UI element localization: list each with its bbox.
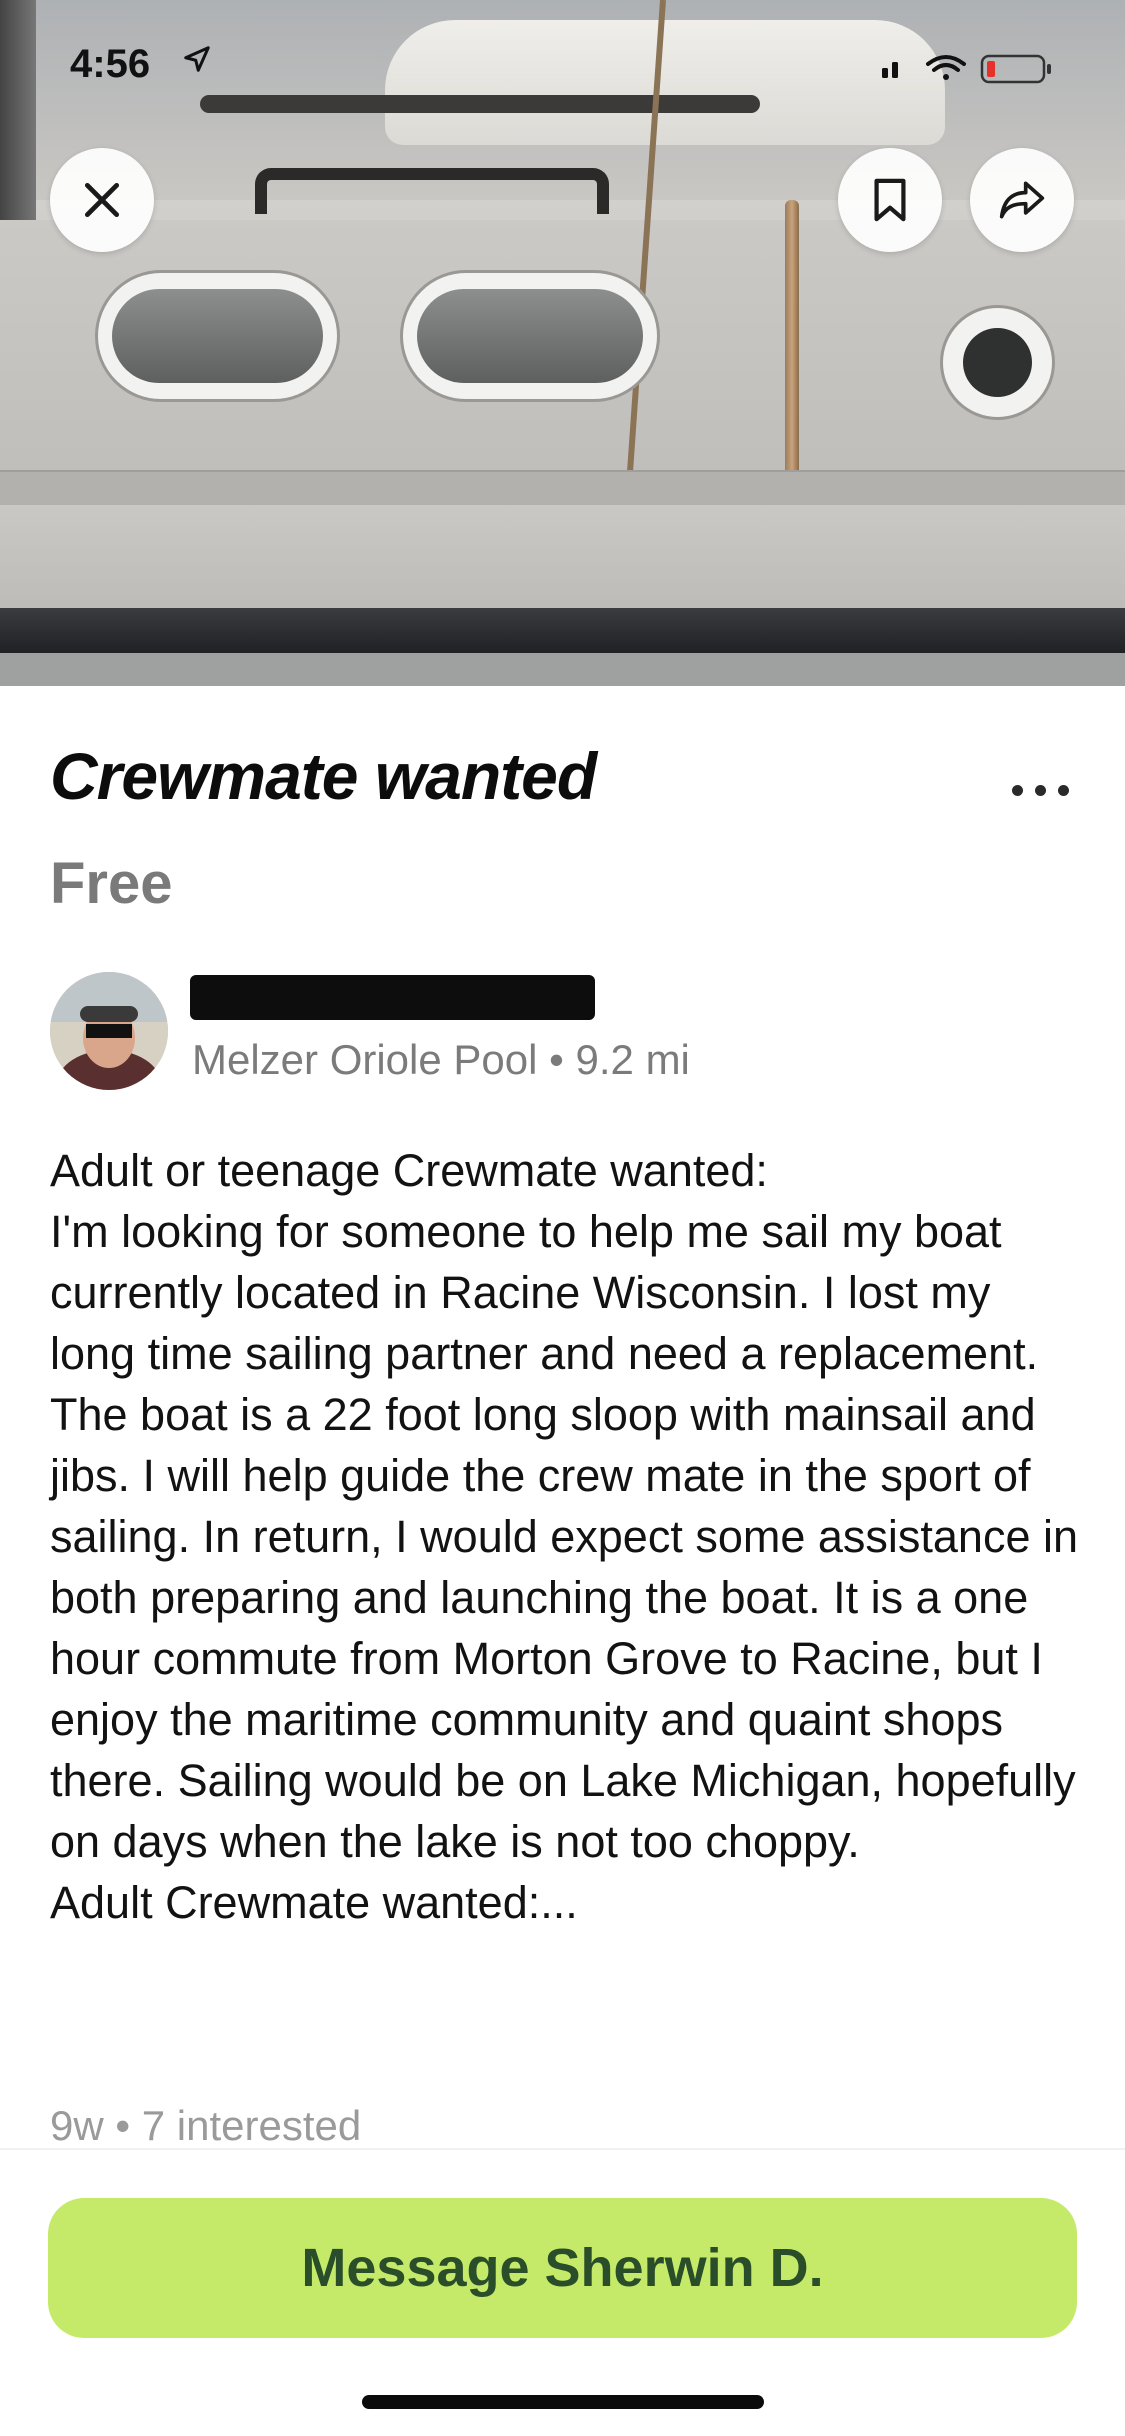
listing-photo[interactable] bbox=[0, 0, 1125, 686]
listing-title: Crewmate wanted bbox=[50, 739, 597, 813]
separator-dot: • bbox=[103, 2102, 142, 2149]
photo-piling bbox=[0, 0, 36, 220]
status-indicators bbox=[882, 54, 1051, 84]
divider bbox=[0, 2148, 1125, 2150]
share-button[interactable] bbox=[970, 148, 1074, 252]
message-seller-button[interactable]: Message Sherwin D. bbox=[48, 2198, 1077, 2338]
save-listing-button[interactable] bbox=[838, 148, 942, 252]
seller-avatar[interactable] bbox=[50, 972, 168, 1090]
listing-meta: 9w • 7 interested bbox=[50, 2102, 361, 2150]
more-options-button[interactable] bbox=[1012, 778, 1082, 802]
signal-icon bbox=[882, 62, 898, 78]
photo-porthole bbox=[400, 270, 660, 402]
status-time: 4:56 bbox=[70, 42, 151, 86]
battery-icon bbox=[980, 54, 1051, 84]
seller-location: Melzer Oriole Pool • 9.2 mi bbox=[192, 1036, 690, 1084]
photo-toerail bbox=[0, 470, 1125, 508]
more-options-icon bbox=[1058, 784, 1069, 796]
posted-age: 9w bbox=[50, 2102, 104, 2149]
photo-handrail bbox=[255, 168, 609, 214]
home-indicator[interactable] bbox=[362, 2395, 764, 2409]
close-icon bbox=[84, 182, 120, 218]
location-arrow-icon bbox=[184, 46, 210, 72]
location-name: Melzer Oriole Pool bbox=[192, 1036, 538, 1083]
photo-hull-stripe bbox=[0, 608, 1125, 653]
listing-price: Free bbox=[50, 851, 173, 916]
more-options-icon bbox=[1035, 784, 1046, 796]
photo-hatch bbox=[385, 20, 945, 145]
listing-description[interactable]: Adult or teenage Crewmate wanted: I'm lo… bbox=[50, 1140, 1080, 1933]
close-button[interactable] bbox=[50, 148, 154, 252]
more-options-icon bbox=[1012, 784, 1023, 796]
interested-count: 7 interested bbox=[141, 2102, 362, 2149]
photo-stanchion bbox=[785, 200, 799, 510]
bookmark-icon bbox=[874, 178, 906, 222]
photo-hull bbox=[0, 505, 1125, 615]
location-distance: 9.2 mi bbox=[575, 1036, 690, 1083]
photo-waterline bbox=[0, 653, 1125, 686]
seller-name-redacted[interactable] bbox=[190, 975, 595, 1020]
photo-porthole bbox=[95, 270, 340, 402]
separator-dot: • bbox=[537, 1036, 576, 1083]
photo-round-porthole bbox=[940, 305, 1055, 420]
wifi-icon bbox=[926, 55, 966, 80]
avatar-image bbox=[50, 972, 168, 1090]
share-icon bbox=[999, 181, 1045, 219]
photo-rail bbox=[200, 95, 760, 113]
